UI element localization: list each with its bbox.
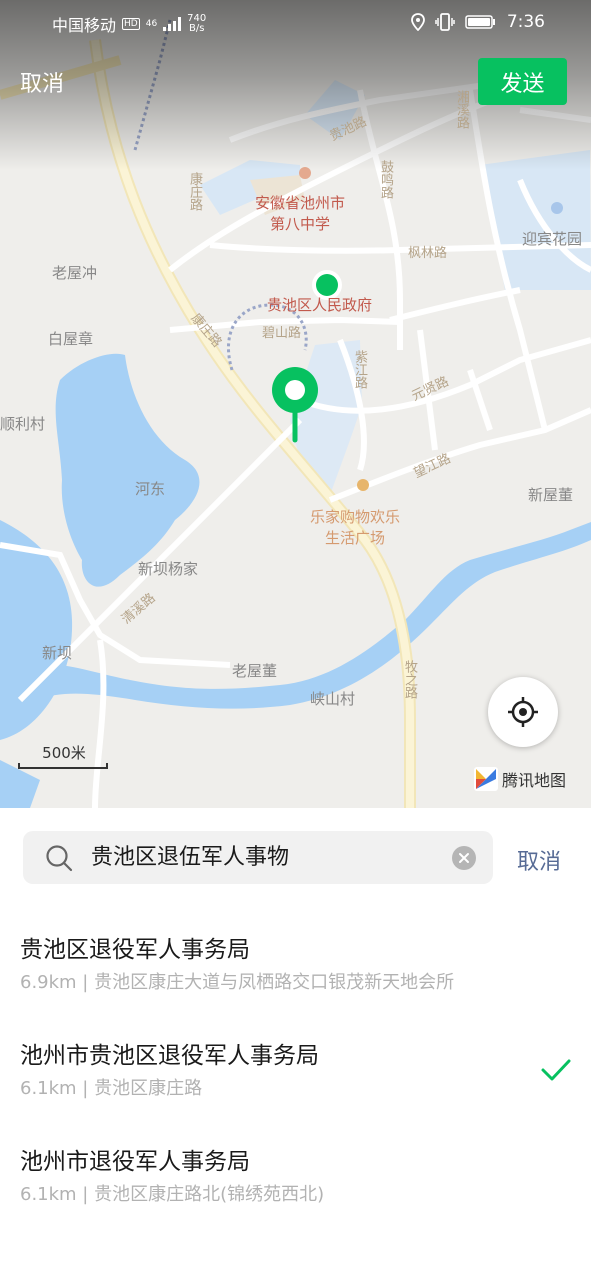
result-item[interactable]: 贵池区退役军人事务局 6.9km | 贵池区康庄大道与凤栖路交口银茂新天地会所: [0, 930, 591, 1036]
tencent-map-icon: [474, 767, 498, 791]
result-name: 贵池区退役军人事务局: [20, 937, 250, 963]
top-bar: 取消 发送: [0, 58, 591, 108]
map-label-shunli: 顺利村: [0, 415, 46, 433]
map-provider-logo: 腾讯地图: [474, 767, 566, 791]
result-item[interactable]: 池州市退役军人事务局 6.1km | 贵池区康庄路北(锦绣苑西北): [0, 1142, 591, 1248]
map-label-laowudong: 老屋董: [232, 662, 278, 680]
vibrate-icon: [435, 13, 455, 31]
cancel-button[interactable]: 取消: [20, 66, 64, 98]
locate-me-button[interactable]: [488, 677, 558, 747]
search-panel: 贵池区退伍军人事物 取消 贵池区退役军人事务局 6.9km | 贵池区康庄大道与…: [0, 808, 591, 1280]
send-button[interactable]: 发送: [478, 58, 567, 105]
map-label-school: 安徽省池州市 第八中学: [255, 194, 346, 233]
map-label-baiwuzhang: 白屋章: [48, 330, 94, 348]
hd-badge: HD: [122, 18, 140, 30]
result-name: 池州市退役军人事务局: [20, 1149, 250, 1175]
map-label-xiashan: 峡山村: [310, 690, 356, 708]
crosshair-icon: [508, 697, 538, 727]
search-cancel-button[interactable]: 取消: [517, 844, 561, 876]
clock: 7:36: [506, 12, 545, 32]
result-item[interactable]: 池州市贵池区退役军人事务局 6.1km | 贵池区康庄路: [0, 1036, 591, 1142]
map-scale: 500米: [18, 742, 110, 769]
map-label-hedong: 河东: [135, 480, 166, 498]
signal-icon: [163, 17, 182, 31]
carrier-name: 中国移动: [52, 16, 117, 35]
scale-bar: [18, 763, 108, 769]
provider-label: 腾讯地图: [502, 771, 567, 790]
scale-label: 500米: [42, 744, 86, 762]
net-speed: 740 B/s: [187, 13, 207, 34]
map-view[interactable]: 安徽省池州市 第八中学 迎宾花园 老屋冲 白屋章 顺利村 贵池区人民政府 河东 …: [0, 0, 591, 808]
map-label-xinwudong: 新屋董: [528, 486, 574, 504]
close-icon: [459, 853, 469, 863]
location-icon: [410, 13, 425, 31]
search-icon: [46, 845, 73, 872]
status-bar: 中国移动 HD 46 740 B/s 7:36: [0, 0, 591, 48]
network-type: 46: [145, 19, 158, 29]
map-label-xinba-yang: 新坝杨家: [138, 560, 199, 578]
map-label-gov: 贵池区人民政府: [267, 296, 373, 314]
result-detail: 6.9km | 贵池区康庄大道与凤栖路交口银茂新天地会所: [20, 972, 455, 993]
road-label-gulu: 鼓鸣路: [378, 160, 393, 199]
map-label-laowuchong: 老屋冲: [52, 264, 98, 282]
road-label-bishan: 碧山路: [262, 326, 302, 341]
clear-icon[interactable]: [452, 846, 476, 870]
map-label-xinba: 新坝: [42, 644, 73, 662]
search-input[interactable]: 贵池区退伍军人事物: [91, 831, 289, 884]
map-label-yingbin: 迎宾花园: [522, 230, 583, 248]
road-label-fenglin: 枫林路: [408, 246, 448, 261]
result-detail: 6.1km | 贵池区康庄路: [20, 1078, 203, 1099]
road-label-zijiang: 紫江路: [352, 350, 367, 389]
result-name: 池州市贵池区退役军人事务局: [20, 1043, 319, 1069]
check-icon: [541, 1059, 571, 1081]
result-detail: 6.1km | 贵池区康庄路北(锦绣苑西北): [20, 1184, 325, 1205]
battery-icon: [465, 15, 495, 29]
map-label-mall: 乐家购物欢乐 生活广场: [310, 508, 401, 547]
search-box[interactable]: 贵池区退伍军人事物: [23, 831, 493, 884]
road-label-mushan: 牧之路: [402, 660, 417, 699]
road-label-kangzhuang: 康庄路: [187, 172, 202, 211]
